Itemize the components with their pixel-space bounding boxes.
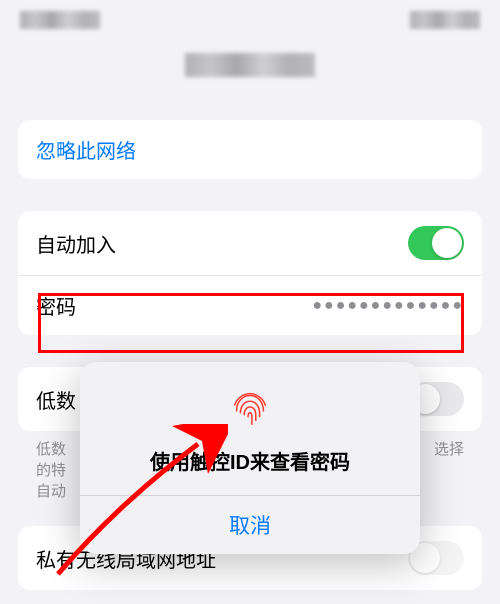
dialog-body: 使用触控ID来查看密码 bbox=[80, 362, 420, 495]
status-bar bbox=[0, 0, 500, 40]
status-time-blur bbox=[20, 11, 100, 29]
header-title-blur bbox=[185, 53, 315, 77]
dialog-title: 使用触控ID来查看密码 bbox=[100, 446, 400, 475]
low-data-label: 低数 bbox=[36, 385, 76, 414]
auto-join-toggle[interactable] bbox=[408, 226, 464, 260]
forget-network-section: 忽略此网络 bbox=[18, 120, 482, 179]
nav-header bbox=[0, 40, 500, 90]
dialog-cancel-button[interactable]: 取消 bbox=[80, 496, 420, 554]
status-indicators-blur bbox=[410, 11, 480, 29]
forget-network-label: 忽略此网络 bbox=[36, 135, 136, 164]
password-row[interactable]: 密码 ●●●●●●●●●●●●● bbox=[18, 276, 482, 335]
touch-id-dialog: 使用触控ID来查看密码 取消 bbox=[80, 362, 420, 554]
password-masked-value: ●●●●●●●●●●●●● bbox=[312, 297, 464, 315]
toggle-knob bbox=[432, 228, 462, 258]
connection-section: 自动加入 密码 ●●●●●●●●●●●●● bbox=[18, 211, 482, 335]
fingerprint-icon bbox=[227, 384, 273, 430]
password-label: 密码 bbox=[36, 291, 76, 320]
auto-join-row: 自动加入 bbox=[18, 211, 482, 276]
forget-network-button[interactable]: 忽略此网络 bbox=[18, 120, 482, 179]
low-data-footer-right: 选择 bbox=[434, 439, 464, 502]
auto-join-label: 自动加入 bbox=[36, 229, 116, 258]
low-data-footer-left: 低数 的特 自动 bbox=[36, 439, 66, 502]
